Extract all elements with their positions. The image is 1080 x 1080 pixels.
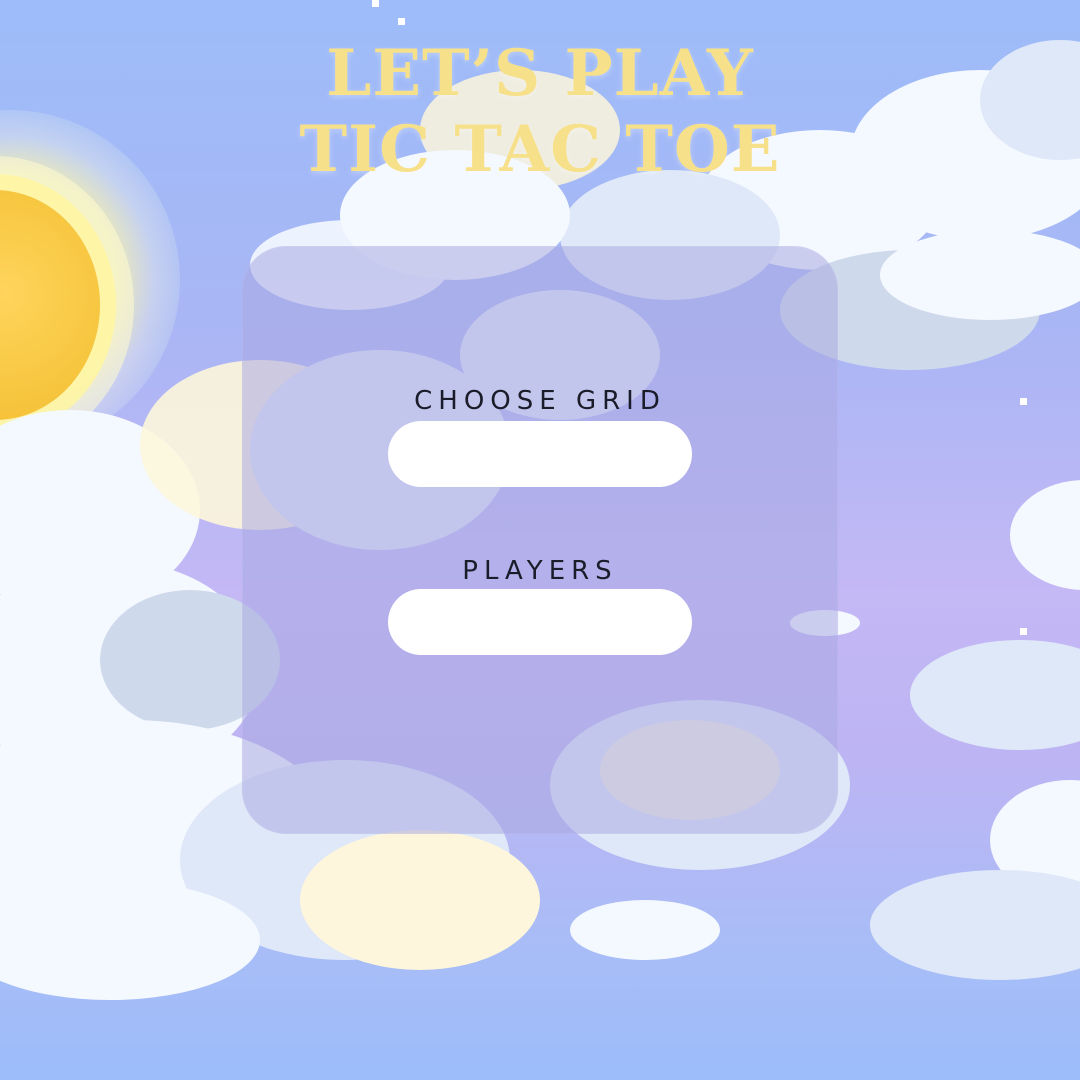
settings-panel — [242, 246, 838, 834]
cloud — [570, 900, 720, 960]
page-title: LET’S PLAY TIC TAC TOE — [0, 36, 1080, 188]
star — [372, 0, 379, 7]
choose-grid-label: CHOOSE GRID — [414, 386, 666, 416]
title-line-1: LET’S PLAY — [326, 36, 754, 111]
title-line-2: TIC TAC TOE — [299, 112, 781, 187]
star — [1020, 628, 1027, 635]
cloud — [300, 830, 540, 970]
star — [1020, 398, 1027, 405]
choose-grid-input[interactable] — [388, 421, 692, 487]
cloud — [1010, 480, 1080, 590]
cloud — [870, 870, 1080, 980]
players-label: PLAYERS — [462, 556, 618, 586]
players-input[interactable] — [388, 589, 692, 655]
cloud — [910, 640, 1080, 750]
star — [398, 18, 405, 25]
